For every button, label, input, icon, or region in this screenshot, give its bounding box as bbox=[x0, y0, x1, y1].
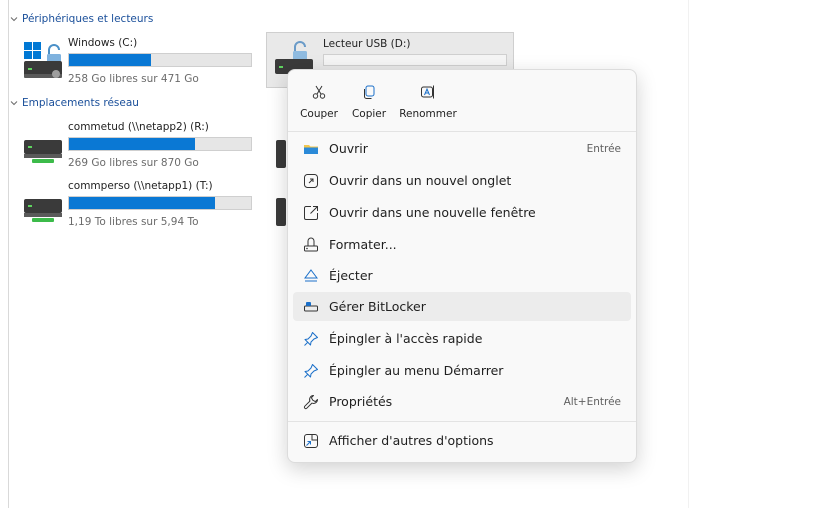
drive-r-usage-fill bbox=[69, 138, 195, 150]
drive-c-name: Windows (C:) bbox=[68, 37, 138, 49]
menu-item-properties[interactable]: Propriétés Alt+Entrée bbox=[293, 387, 631, 416]
drive-t-usage-bar bbox=[68, 196, 252, 210]
drive-t-name: commperso (\\netapp1) (T:) bbox=[68, 180, 213, 192]
scissors-icon bbox=[312, 85, 326, 99]
menu-item-pin-start[interactable]: Épingler au menu Démarrer bbox=[293, 356, 631, 385]
bitlocker-icon bbox=[302, 298, 320, 316]
pin-icon bbox=[302, 362, 320, 380]
eject-icon bbox=[302, 267, 320, 285]
drive-r-info: 269 Go libres sur 870 Go bbox=[68, 157, 199, 169]
menu-divider bbox=[288, 421, 636, 422]
more-options-icon bbox=[302, 432, 320, 450]
copy-label: Copier bbox=[351, 108, 387, 120]
copy-icon bbox=[364, 85, 375, 99]
network-drive-t[interactable]: commperso (\\netapp1) (T:) 1,19 To libre… bbox=[16, 180, 256, 232]
new-window-icon bbox=[302, 204, 320, 222]
menu-item-open-new-tab-label: Ouvrir dans un nouvel onglet bbox=[329, 173, 512, 188]
menu-item-more-options[interactable]: Afficher d'autres d'options bbox=[293, 426, 631, 455]
context-menu: Couper Copier Renommer Ouvrir Entrée Ouv… bbox=[287, 69, 637, 463]
menu-item-open-new-window[interactable]: Ouvrir dans une nouvelle fenêtre bbox=[293, 198, 631, 227]
menu-item-bitlocker[interactable]: Gérer BitLocker bbox=[293, 292, 631, 321]
chevron-down-icon bbox=[10, 17, 18, 22]
group-network-header[interactable]: Emplacements réseau bbox=[10, 97, 139, 109]
cut-button[interactable]: Couper bbox=[296, 78, 342, 126]
menu-item-open-new-window-label: Ouvrir dans une nouvelle fenêtre bbox=[329, 205, 536, 220]
network-drive-r[interactable]: commetud (\\netapp2) (R:) 269 Go libres … bbox=[16, 121, 256, 173]
folder-icon bbox=[302, 140, 320, 158]
drive-c[interactable]: Windows (C:) 258 Go libres sur 471 Go bbox=[16, 37, 256, 89]
cut-label: Couper bbox=[300, 108, 338, 120]
drive-c-usage-bar bbox=[68, 53, 252, 67]
menu-item-open[interactable]: Ouvrir Entrée bbox=[293, 134, 631, 163]
menu-item-properties-shortcut: Alt+Entrée bbox=[563, 395, 621, 408]
quick-actions-row: Couper Copier Renommer bbox=[296, 78, 460, 126]
format-icon bbox=[302, 236, 320, 254]
right-pane bbox=[688, 0, 838, 508]
windows-drive-icon bbox=[24, 42, 62, 78]
menu-item-format[interactable]: Formater... bbox=[293, 230, 631, 259]
drive-c-info: 258 Go libres sur 471 Go bbox=[68, 73, 199, 85]
menu-item-open-new-tab[interactable]: Ouvrir dans un nouvel onglet bbox=[293, 166, 631, 195]
drive-d-usage-bar bbox=[323, 54, 507, 66]
menu-item-properties-label: Propriétés bbox=[329, 394, 393, 409]
menu-item-open-label: Ouvrir bbox=[329, 141, 368, 156]
rename-button[interactable]: Renommer bbox=[396, 78, 460, 126]
copy-button[interactable]: Copier bbox=[346, 78, 392, 126]
chevron-down-icon bbox=[10, 101, 18, 106]
group-devices-label: Périphériques et lecteurs bbox=[22, 13, 154, 25]
pane-border bbox=[8, 0, 9, 508]
menu-item-pin-quick-access-label: Épingler à l'accès rapide bbox=[329, 331, 483, 346]
drive-t-usage-fill bbox=[69, 197, 215, 209]
menu-item-bitlocker-label: Gérer BitLocker bbox=[329, 299, 426, 314]
network-drive-icon bbox=[24, 199, 62, 222]
new-tab-icon bbox=[302, 172, 320, 190]
group-network-label: Emplacements réseau bbox=[22, 97, 139, 109]
drive-d-name: Lecteur USB (D:) bbox=[323, 38, 411, 50]
group-devices-header[interactable]: Périphériques et lecteurs bbox=[10, 13, 153, 25]
drive-t-info: 1,19 To libres sur 5,94 To bbox=[68, 216, 199, 228]
network-drive-icon bbox=[24, 140, 62, 163]
drive-c-usage-fill bbox=[69, 54, 151, 66]
menu-item-pin-start-label: Épingler au menu Démarrer bbox=[329, 363, 504, 378]
drive-r-name: commetud (\\netapp2) (R:) bbox=[68, 121, 209, 133]
rename-label: Renommer bbox=[399, 108, 457, 120]
menu-item-open-shortcut: Entrée bbox=[586, 142, 621, 155]
menu-item-eject[interactable]: Éjecter bbox=[293, 261, 631, 290]
drive-r-usage-bar bbox=[68, 137, 252, 151]
menu-item-format-label: Formater... bbox=[329, 237, 397, 252]
menu-divider bbox=[288, 131, 636, 132]
rename-icon bbox=[421, 85, 434, 99]
menu-item-eject-label: Éjecter bbox=[329, 268, 373, 283]
wrench-icon bbox=[302, 393, 320, 411]
pin-icon bbox=[302, 330, 320, 348]
hidden-drive-icon bbox=[276, 198, 286, 226]
hidden-drive-icon bbox=[276, 140, 286, 168]
menu-item-more-options-label: Afficher d'autres d'options bbox=[329, 433, 494, 448]
menu-item-pin-quick-access[interactable]: Épingler à l'accès rapide bbox=[293, 324, 631, 353]
